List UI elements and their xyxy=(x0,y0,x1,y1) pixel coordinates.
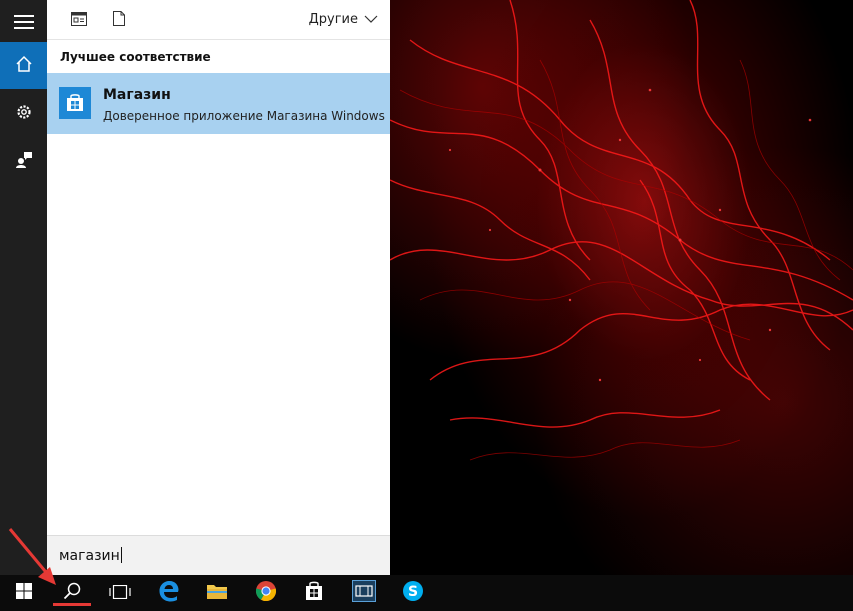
app-window-icon xyxy=(71,11,87,30)
store-app-icon xyxy=(59,87,91,119)
skype-button[interactable]: S xyxy=(389,575,437,611)
feedback-icon xyxy=(15,150,33,172)
store-taskbar-button[interactable] xyxy=(290,575,338,611)
settings-button[interactable] xyxy=(0,90,47,137)
file-explorer-button[interactable] xyxy=(193,575,241,611)
home-button[interactable] xyxy=(0,42,47,89)
other-filter-dropdown[interactable]: Другие xyxy=(309,8,378,30)
start-left-rail xyxy=(0,0,47,575)
chevron-down-icon xyxy=(364,12,378,27)
document-icon xyxy=(113,10,125,30)
best-match-result[interactable]: Магазин Доверенное приложение Магазина W… xyxy=(47,73,390,134)
chrome-button[interactable] xyxy=(242,575,290,611)
task-view-button[interactable] xyxy=(96,575,144,611)
edge-icon xyxy=(158,580,180,606)
svg-text:S: S xyxy=(408,584,418,600)
best-match-heading: Лучшее соответствие xyxy=(60,50,211,64)
chrome-icon xyxy=(255,580,277,606)
taskbar: S xyxy=(0,575,853,611)
search-panel: Другие Лучшее соответствие Магазин Довер… xyxy=(47,0,390,575)
skype-icon: S xyxy=(402,580,424,606)
store-icon xyxy=(305,581,323,605)
annotation-arrow xyxy=(8,528,56,585)
menu-button[interactable] xyxy=(0,0,47,47)
feedback-button[interactable] xyxy=(0,137,47,184)
documents-filter-button[interactable] xyxy=(109,10,129,30)
filter-toolbar: Другие xyxy=(47,0,390,40)
media-app-button[interactable] xyxy=(340,575,388,611)
search-input[interactable]: магазин xyxy=(47,535,390,575)
desktop-wallpaper xyxy=(390,0,853,575)
media-app-icon xyxy=(352,580,376,606)
other-filter-label: Другие xyxy=(308,11,358,27)
edge-button[interactable] xyxy=(145,575,193,611)
hamburger-icon xyxy=(13,14,34,33)
home-icon xyxy=(15,55,33,77)
task-view-icon xyxy=(109,584,131,603)
folder-icon xyxy=(206,582,228,604)
search-button-underline xyxy=(53,603,91,606)
settings-icon xyxy=(15,103,33,125)
result-title: Магазин xyxy=(103,87,171,103)
text-caret xyxy=(120,547,122,563)
apps-filter-button[interactable] xyxy=(69,10,89,30)
result-subtitle: Доверенное приложение Магазина Windows xyxy=(103,109,385,123)
